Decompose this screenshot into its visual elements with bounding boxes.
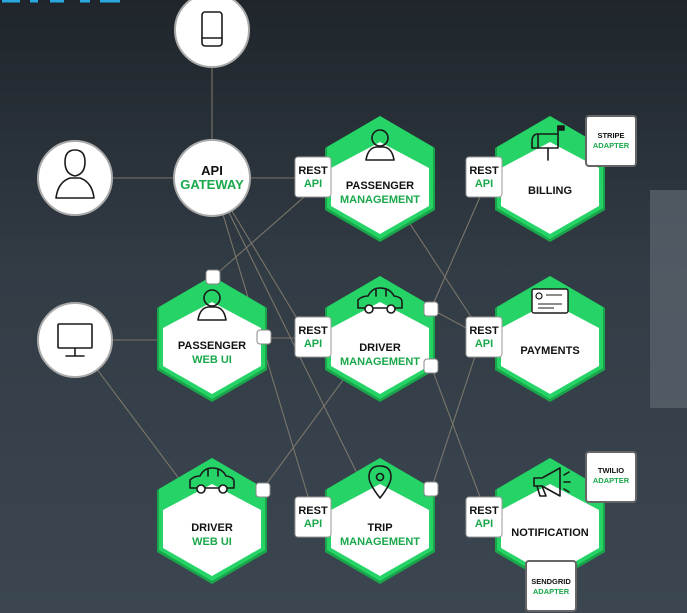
port-connector — [256, 329, 272, 345]
stripe-adapter[interactable]: STRIPE ADAPTER — [585, 115, 637, 167]
passenger-web-ui-line1: PASSENGER — [178, 340, 246, 352]
sendgrid-adapter-line2: ADAPTER — [533, 587, 570, 596]
passenger-management-service[interactable]: PASSENGER MANAGEMENT — [325, 116, 435, 242]
port-connector — [423, 481, 439, 497]
passenger-web-ui-service[interactable]: PASSENGER WEB UI — [157, 276, 267, 402]
rest-label: REST — [298, 165, 328, 177]
credit-card-icon — [531, 288, 569, 314]
sendgrid-adapter-line1: SENDGRID — [531, 577, 571, 586]
rest-api-badge-billing[interactable]: REST API — [465, 156, 503, 198]
rest-api-badge-driver-management[interactable]: REST API — [294, 316, 332, 358]
rest-api-badge-notification[interactable]: REST API — [465, 496, 503, 538]
sendgrid-adapter[interactable]: SENDGRID ADAPTER — [525, 560, 577, 612]
driver-web-ui-service[interactable]: DRIVER WEB UI — [157, 458, 267, 584]
mobile-client-node[interactable] — [174, 0, 250, 68]
trip-management-line2: MANAGEMENT — [340, 536, 420, 548]
driver-management-line1: DRIVER — [359, 342, 401, 354]
api-label: API — [475, 518, 493, 530]
api-label: API — [475, 178, 493, 190]
passenger-management-line2: MANAGEMENT — [340, 194, 420, 206]
connection-lines — [74, 30, 484, 521]
port-connector — [423, 301, 439, 317]
passenger-web-ui-line2: WEB UI — [192, 354, 232, 366]
desktop-client-node[interactable] — [37, 302, 113, 378]
driver-management-line2: MANAGEMENT — [340, 356, 420, 368]
trip-management-service[interactable]: TRIP MANAGEMENT — [325, 458, 435, 584]
gateway-line2: GATEWAY — [180, 177, 244, 192]
stripe-adapter-line1: STRIPE — [597, 131, 624, 140]
driver-web-ui-line2: WEB UI — [192, 536, 232, 548]
user-client-node[interactable] — [37, 140, 113, 216]
rest-label: REST — [298, 325, 328, 337]
api-label: API — [304, 178, 322, 190]
rest-label: REST — [469, 165, 499, 177]
twilio-adapter-line1: TWILIO — [598, 466, 624, 475]
notification-line1: NOTIFICATION — [511, 527, 588, 539]
api-label: API — [304, 338, 322, 350]
payments-line1: PAYMENTS — [520, 345, 579, 357]
port-connector — [255, 482, 271, 498]
twilio-adapter-line2: ADAPTER — [593, 476, 630, 485]
architecture-diagram: API GATEWAY PASSENGER MANAGEMENT BILLING… — [2, 0, 687, 612]
port-connector — [205, 269, 221, 285]
rest-api-badge-trip-management[interactable]: REST API — [294, 496, 332, 538]
rest-label: REST — [469, 325, 499, 337]
payments-service[interactable]: PAYMENTS — [495, 276, 605, 402]
port-connector — [423, 358, 439, 374]
passenger-management-line1: PASSENGER — [346, 180, 414, 192]
rest-label: REST — [469, 505, 499, 517]
stripe-adapter-line2: ADAPTER — [593, 141, 630, 150]
api-label: API — [475, 338, 493, 350]
twilio-adapter[interactable]: TWILIO ADAPTER — [585, 451, 637, 503]
api-label: API — [304, 518, 322, 530]
driver-web-ui-line1: DRIVER — [191, 522, 233, 534]
rest-api-badge-passenger-management[interactable]: REST API — [294, 156, 332, 198]
trip-management-line1: TRIP — [367, 522, 392, 534]
rest-label: REST — [298, 505, 328, 517]
api-gateway-node[interactable]: API GATEWAY — [173, 139, 251, 217]
billing-line1: BILLING — [528, 185, 572, 197]
gateway-line1: API — [201, 163, 223, 178]
rest-api-badge-payments[interactable]: REST API — [465, 316, 503, 358]
side-panel — [650, 190, 687, 408]
